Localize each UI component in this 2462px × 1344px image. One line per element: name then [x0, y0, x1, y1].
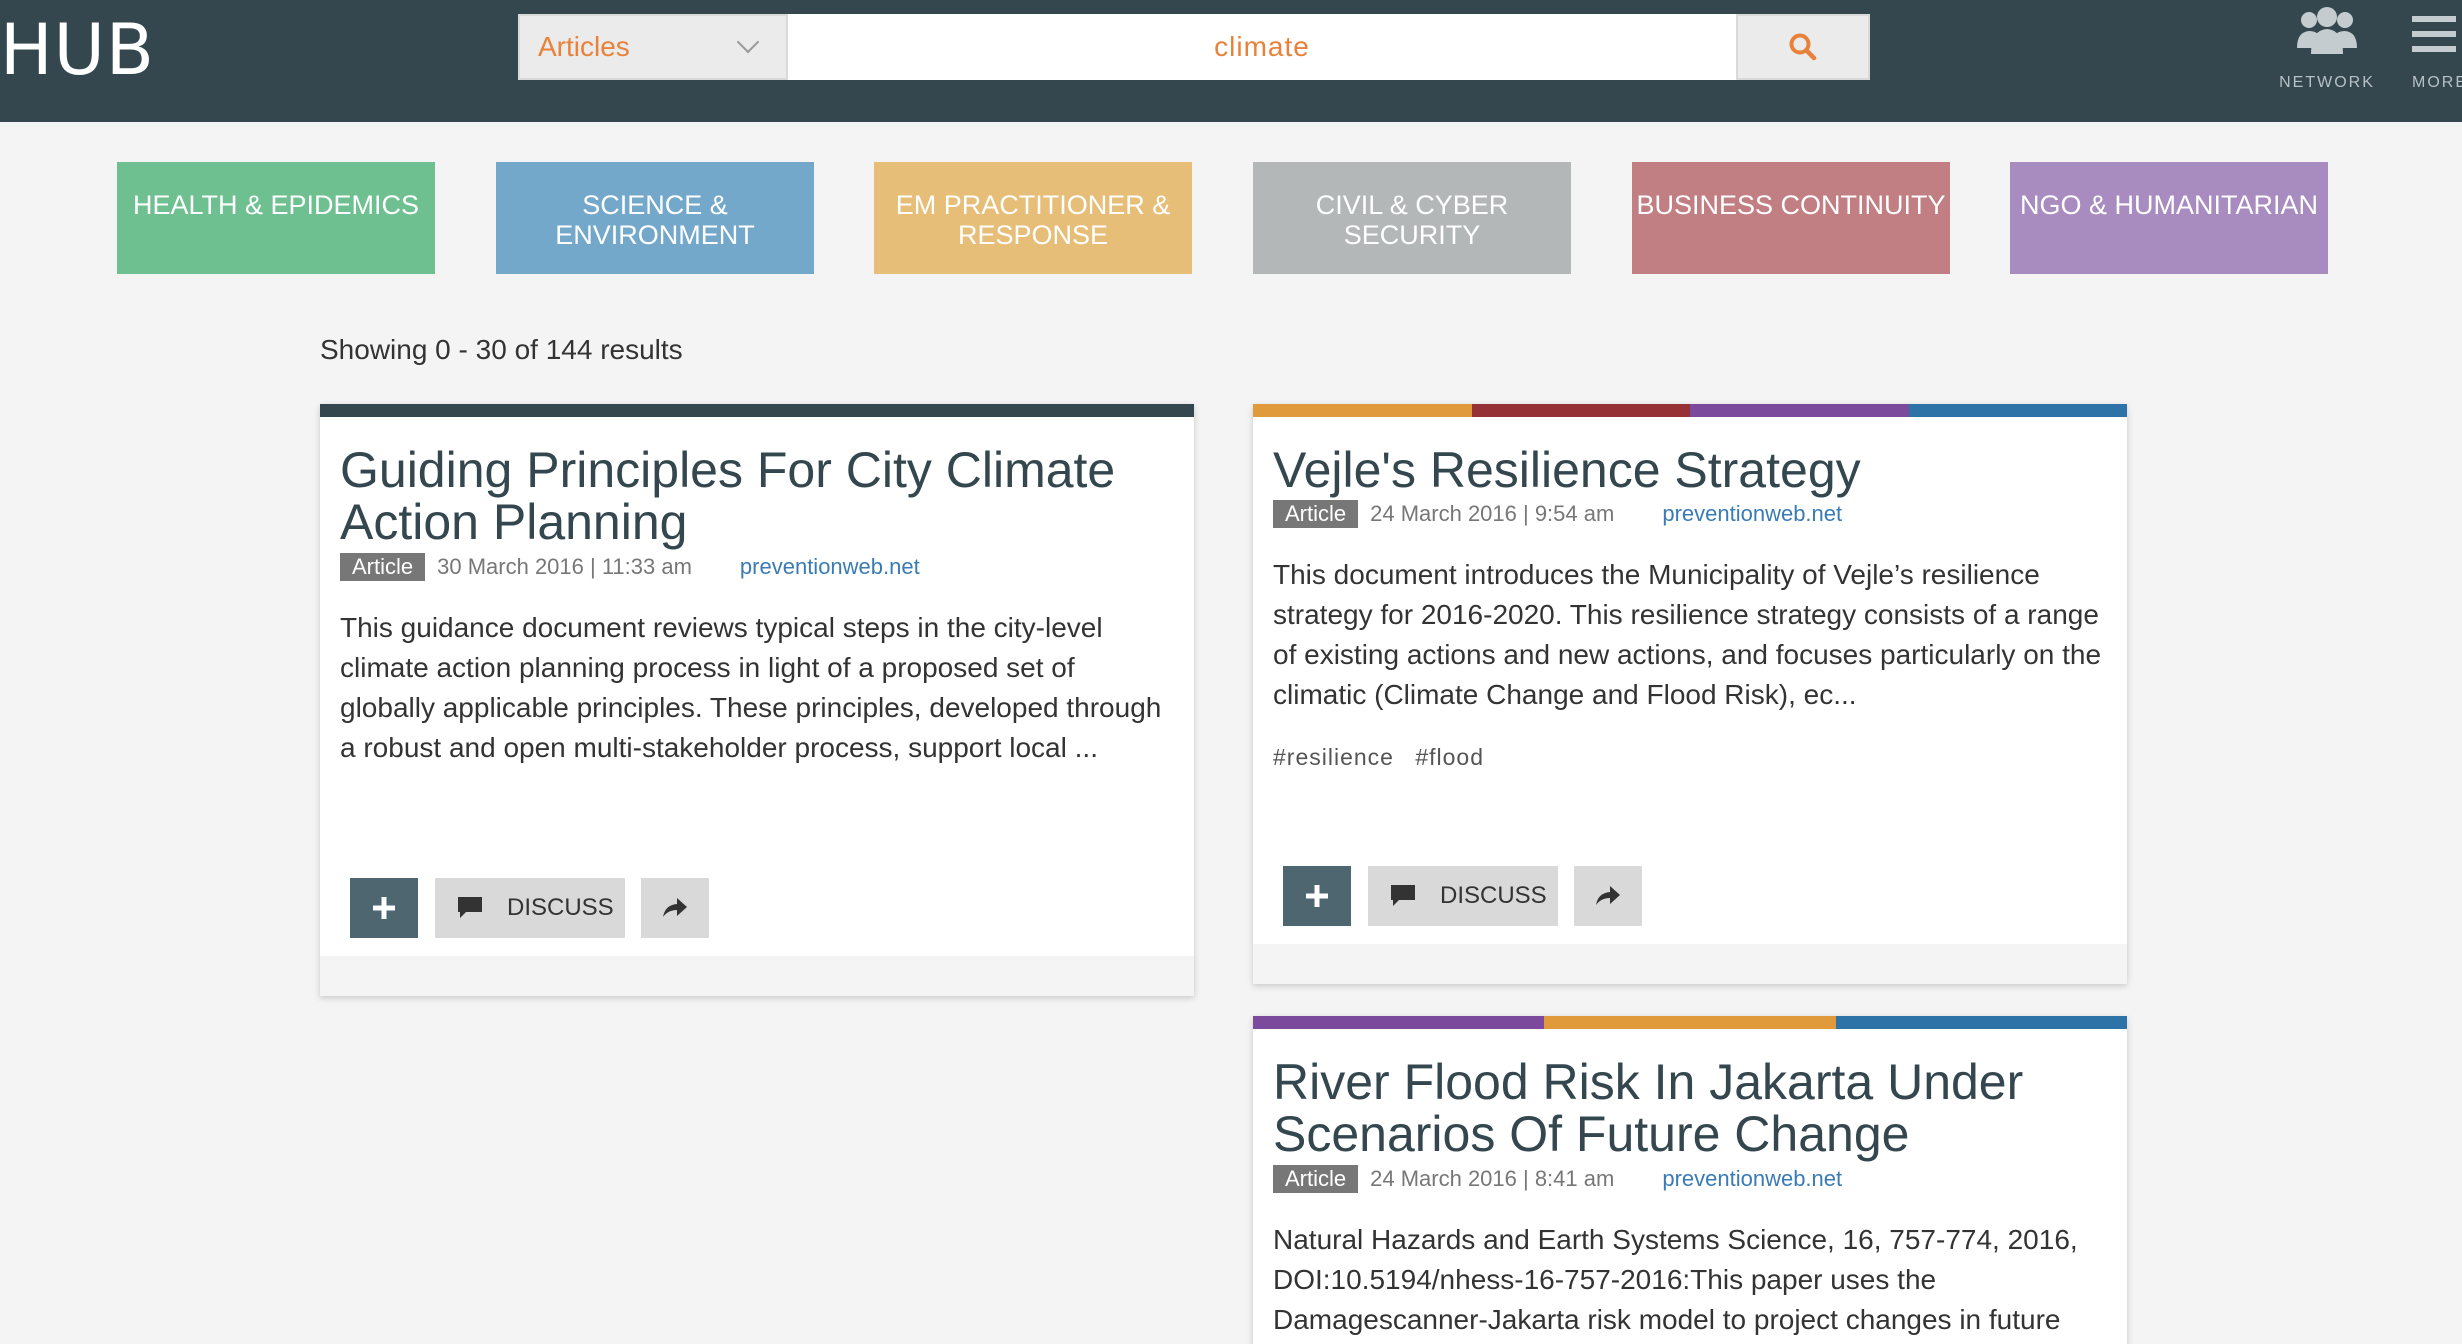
category-health-epidemics[interactable]: HEALTH & EPIDEMICS — [117, 162, 435, 274]
article-date: 24 March 2016 | 8:41 am — [1370, 1166, 1615, 1191]
article-meta: Article 30 March 2016 | 11:33 am prevent… — [340, 553, 920, 581]
share-button[interactable] — [1574, 866, 1642, 926]
add-button[interactable] — [1283, 866, 1351, 926]
category-label: HEALTH & EPIDEMICS — [132, 190, 420, 220]
source-link[interactable]: preventionweb.net — [1662, 1166, 1842, 1192]
logo[interactable]: HUB — [0, 10, 155, 90]
comment-icon — [458, 897, 482, 918]
menu-icon — [2412, 16, 2456, 52]
type-badge: Article — [340, 553, 426, 581]
card-footer — [1253, 944, 2127, 984]
share-icon — [1596, 886, 1620, 905]
add-button[interactable] — [350, 878, 418, 938]
search-input[interactable] — [788, 14, 1736, 80]
nav-more-label: MORE — [2412, 74, 2462, 91]
category-ngo-humanitarian[interactable]: NGO & HUMANITARIAN — [2010, 162, 2328, 274]
article-description: This document introduces the Municipalit… — [1273, 559, 2102, 710]
category-science-environment[interactable]: SCIENCE & ENVIRONMENT — [496, 162, 814, 274]
source-link[interactable]: preventionweb.net — [1662, 501, 1842, 527]
category-color-bar — [320, 404, 1194, 417]
article-date: 24 March 2016 | 9:54 am — [1370, 501, 1615, 526]
results-count: Showing 0 - 30 of 144 results — [320, 334, 683, 365]
article-title[interactable]: Guiding Principles For City Climate Acti… — [340, 444, 1140, 548]
top-header: HUB Articles NETWORK MORE — [0, 0, 2462, 122]
nav-more[interactable]: MORE — [2400, 0, 2462, 122]
comment-icon — [1391, 885, 1415, 906]
category-label: EM PRACTITIONER & RESPONSE — [895, 190, 1171, 250]
tag-flood[interactable]: #flood — [1415, 744, 1484, 770]
card-footer — [320, 956, 1194, 996]
article-card: Vejle's Resilience Strategy Article 24 M… — [1253, 404, 2127, 984]
category-label: NGO & HUMANITARIAN — [2019, 190, 2318, 220]
category-label: SCIENCE & ENVIRONMENT — [555, 190, 755, 250]
article-meta: Article 24 March 2016 | 8:41 am preventi… — [1273, 1165, 1842, 1193]
category-em-practitioner[interactable]: EM PRACTITIONER & RESPONSE — [874, 162, 1192, 274]
discuss-label: DISCUSS — [507, 894, 614, 921]
article-title[interactable]: River Flood Risk In Jakarta Under Scenar… — [1273, 1056, 2093, 1160]
article-card: River Flood Risk In Jakarta Under Scenar… — [1253, 1016, 2127, 1344]
discuss-button[interactable]: DISCUSS — [1368, 866, 1558, 926]
nav-network[interactable]: NETWORK — [2270, 0, 2384, 122]
category-label: BUSINESS CONTINUITY — [1636, 190, 1946, 220]
chevron-down-icon — [736, 30, 760, 54]
article-description: This guidance document reviews typical s… — [340, 612, 1162, 763]
search-icon — [1789, 33, 1817, 61]
category-color-bar — [1253, 1016, 2127, 1029]
search-type-dropdown[interactable]: Articles — [518, 14, 788, 80]
tag-list: #resilience #flood — [1273, 744, 1498, 771]
category-label: CIVIL & CYBER SECURITY — [1315, 190, 1509, 250]
article-description: Natural Hazards and Earth Systems Scienc… — [1273, 1224, 2078, 1335]
source-link[interactable]: preventionweb.net — [740, 554, 920, 580]
discuss-label: DISCUSS — [1440, 882, 1547, 909]
category-civil-cyber[interactable]: CIVIL & CYBER SECURITY — [1253, 162, 1571, 274]
nav-network-label: NETWORK — [2279, 74, 2375, 91]
search-type-value: Articles — [538, 31, 630, 62]
share-button[interactable] — [641, 878, 709, 938]
discuss-button[interactable]: DISCUSS — [435, 878, 625, 938]
article-meta: Article 24 March 2016 | 9:54 am preventi… — [1273, 500, 1842, 528]
type-badge: Article — [1273, 500, 1359, 528]
search-button[interactable] — [1736, 14, 1870, 80]
people-icon — [2297, 7, 2357, 54]
share-icon — [663, 898, 687, 917]
article-date: 30 March 2016 | 11:33 am — [437, 554, 692, 579]
article-card: Guiding Principles For City Climate Acti… — [320, 404, 1194, 996]
article-title[interactable]: Vejle's Resilience Strategy — [1273, 444, 2093, 496]
category-color-bar — [1253, 404, 2127, 417]
tag-resilience[interactable]: #resilience — [1273, 744, 1394, 770]
category-business-continuity[interactable]: BUSINESS CONTINUITY — [1632, 162, 1950, 274]
type-badge: Article — [1273, 1165, 1359, 1193]
